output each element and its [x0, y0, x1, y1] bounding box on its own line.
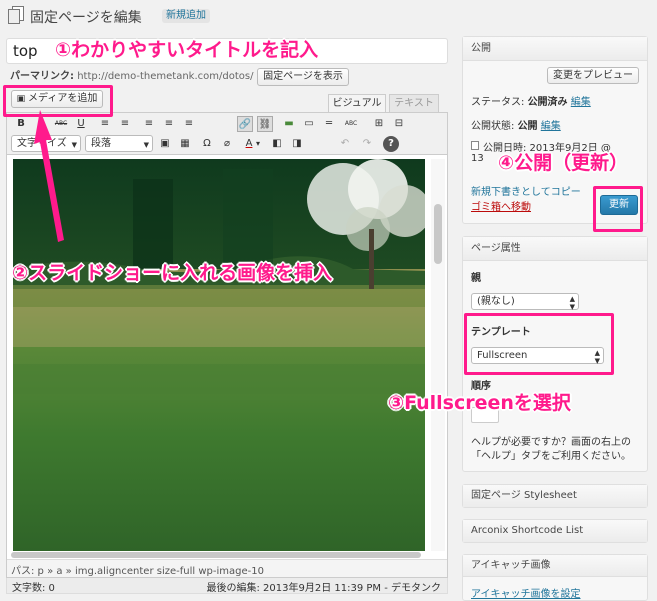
bullet-list-icon[interactable]: ≡: [97, 116, 113, 132]
indent-icon[interactable]: ◨: [289, 136, 305, 152]
set-featured-image-link[interactable]: アイキャッチ画像を設定: [471, 585, 581, 600]
publish-box-heading: 公開: [463, 37, 647, 61]
status-label: ステータス:: [471, 97, 525, 108]
toolbar-row-2: ▣ ▦ Ω ⌀ A ▾ ◧ ◨ ↶ ↷ ?: [157, 136, 407, 152]
annotation-box-update: [593, 186, 643, 232]
fullscreen-icon[interactable]: ▭: [301, 116, 317, 132]
insert-link-icon[interactable]: 🔗: [237, 116, 253, 132]
annotation-title: ①わかりやすいタイトルを記入: [55, 39, 319, 61]
remove-format-icon[interactable]: ⌀: [219, 136, 235, 152]
help-icon[interactable]: ?: [383, 136, 399, 152]
align-center-icon[interactable]: ≡: [161, 116, 177, 132]
insert-more-icon[interactable]: ▬: [281, 116, 297, 132]
editor-scrollbar-thumb[interactable]: [434, 204, 442, 264]
shortcode-box[interactable]: Arconix Shortcode List: [462, 519, 648, 543]
page-break-icon[interactable]: ═: [321, 116, 337, 132]
parent-select[interactable]: (親なし) ▲ ▼: [471, 293, 579, 311]
kitchen-sink-icon[interactable]: ⊟: [391, 116, 407, 132]
editor-scrollbar-h-thumb[interactable]: [11, 552, 421, 558]
add-new-button[interactable]: 新規追加: [162, 9, 210, 23]
outdent-icon[interactable]: ◧: [269, 136, 285, 152]
align-left-icon[interactable]: ≡: [141, 116, 157, 132]
permalink-url[interactable]: http://demo-themetank.com/dotos/: [77, 71, 253, 82]
calendar-icon: [471, 141, 479, 150]
paste-word-icon[interactable]: ▦: [177, 136, 193, 152]
title-input-value: top: [13, 42, 38, 60]
last-edit: 最後の編集: 2013年9月2日 11:39 PM - デモタンク: [206, 583, 441, 594]
editor-path: パス: p » a » img.aligncenter size-full wp…: [11, 566, 264, 577]
chevron-updown-icon: ▲ ▼: [569, 295, 575, 311]
spellcheck-icon[interactable]: ABC: [343, 116, 359, 132]
permalink: パーマリンク: http://demo-themetank.com/dotos/: [10, 70, 253, 84]
parent-label: 親: [471, 273, 481, 284]
distraction-free-icon[interactable]: ⊞: [371, 116, 387, 132]
visibility-edit-link[interactable]: 編集: [541, 121, 561, 132]
featured-image-box: アイキャッチ画像 アイキャッチ画像を設定: [462, 554, 648, 601]
featured-image-heading: アイキャッチ画像: [463, 555, 647, 577]
help-text-2: 「ヘルプ」タブをご利用ください。: [471, 451, 631, 462]
special-char-icon[interactable]: Ω: [199, 136, 215, 152]
status-edit-link[interactable]: 編集: [571, 97, 591, 108]
page-icon: [8, 6, 24, 24]
trash-link[interactable]: ゴミ箱へ移動: [471, 198, 531, 213]
annotation-arrow-icon: [34, 110, 64, 242]
numbered-list-icon[interactable]: ≡: [117, 116, 133, 132]
shortcode-box-heading: Arconix Shortcode List: [463, 520, 647, 542]
stylesheet-box[interactable]: 固定ページ Stylesheet: [462, 484, 648, 508]
align-right-icon[interactable]: ≡: [181, 116, 197, 132]
help-text-1: ヘルプが必要ですか？画面の右上の: [471, 437, 631, 448]
permalink-label: パーマリンク:: [10, 71, 74, 82]
view-page-button[interactable]: 固定ページを表示: [257, 68, 349, 86]
tab-text[interactable]: テキスト: [389, 94, 439, 112]
copy-draft-link[interactable]: 新規下書きとしてコピー: [471, 183, 581, 198]
undo-icon[interactable]: ↶: [337, 136, 353, 152]
publish-visibility-row: 公開状態: 公開 編集: [471, 117, 561, 132]
format-value: 段落: [91, 138, 111, 149]
editor-scrollbar-vertical[interactable]: [431, 159, 445, 551]
chevron-down-icon: ▼: [143, 141, 149, 149]
editor-scrollbar-horizontal[interactable]: [7, 551, 431, 559]
stylesheet-box-heading: 固定ページ Stylesheet: [463, 485, 647, 507]
chevron-down-icon[interactable]: ▾: [253, 136, 263, 152]
tab-visual[interactable]: ビジュアル: [328, 94, 386, 112]
visibility-label: 公開状態:: [471, 121, 515, 132]
annotation-publish: ④公開（更新）: [498, 152, 629, 174]
annotation-box-template: [464, 313, 614, 375]
paste-text-icon[interactable]: ▣: [157, 136, 173, 152]
publish-status-row: ステータス: 公開済み 編集: [471, 93, 591, 108]
unlink-icon[interactable]: ⛓: [257, 116, 273, 132]
publish-date-line-2: 13: [471, 153, 484, 164]
editor-path-bar: パス: p » a » img.aligncenter size-full wp…: [7, 559, 447, 577]
annotation-template: ③Fullscreenを選択: [388, 392, 571, 414]
page-attributes-heading: ページ属性: [463, 237, 647, 261]
visibility-value: 公開: [517, 121, 538, 132]
preview-changes-button[interactable]: 変更をプレビュー: [547, 67, 639, 84]
redo-icon[interactable]: ↷: [359, 136, 375, 152]
parent-select-value: (親なし): [477, 296, 515, 307]
word-count: 文字数: 0: [12, 583, 55, 594]
page-title: 固定ページを編集: [30, 10, 142, 26]
status-value: 公開済み: [527, 97, 568, 108]
format-select[interactable]: 段落 ▼: [85, 135, 153, 152]
status-bar: 文字数: 0 最後の編集: 2013年9月2日 11:39 PM - デモタンク: [6, 578, 448, 594]
annotation-media: ②スライドショーに入れる画像を挿入: [12, 262, 333, 284]
